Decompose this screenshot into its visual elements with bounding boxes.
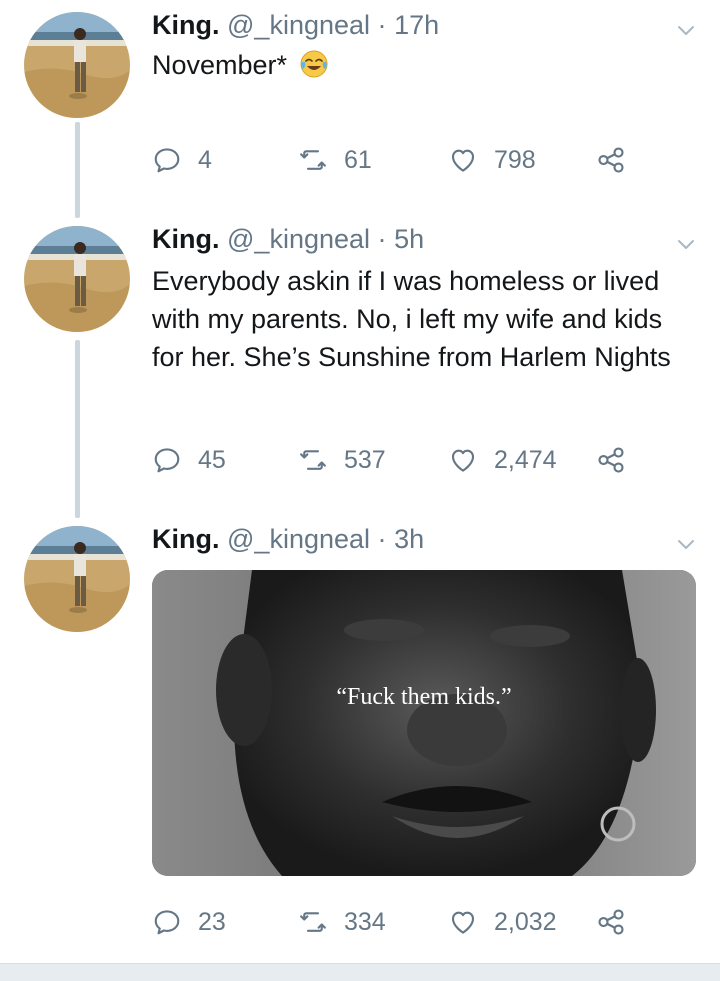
tweet-actions: 45 537 2,474 xyxy=(152,440,692,480)
like-button[interactable]: 798 xyxy=(448,140,536,180)
reply-count: 23 xyxy=(198,907,226,936)
tweet-header: King. @_kingneal · 5h xyxy=(152,222,424,256)
reply-count: 45 xyxy=(198,445,226,474)
separator-dot: · xyxy=(377,224,387,254)
tweet[interactable]: King. @_kingneal · 3h “Fuck them kids.” … xyxy=(0,522,720,952)
chevron-down-icon[interactable] xyxy=(674,232,698,256)
tweet-timestamp[interactable]: 17h xyxy=(394,10,439,40)
tweet[interactable]: King. @_kingneal · 17h November* 4 61 79… xyxy=(0,8,720,208)
author-name[interactable]: King. xyxy=(152,524,220,554)
like-count: 2,474 xyxy=(494,445,557,474)
reply-button[interactable]: 45 xyxy=(152,440,226,480)
reply-icon xyxy=(152,445,182,475)
share-icon xyxy=(596,445,626,475)
tweet-actions: 23 334 2,032 xyxy=(152,902,692,942)
author-handle[interactable]: @_kingneal xyxy=(227,224,370,254)
heart-icon xyxy=(448,445,478,475)
heart-icon xyxy=(448,907,478,937)
heart-icon xyxy=(448,145,478,175)
share-icon xyxy=(596,145,626,175)
bottom-divider xyxy=(0,963,720,981)
retweet-button[interactable]: 537 xyxy=(298,440,386,480)
author-handle[interactable]: @_kingneal xyxy=(227,524,370,554)
avatar[interactable] xyxy=(24,526,130,632)
author-name[interactable]: King. xyxy=(152,10,220,40)
reply-button[interactable]: 23 xyxy=(152,902,226,942)
avatar[interactable] xyxy=(24,226,130,332)
author-handle[interactable]: @_kingneal xyxy=(227,10,370,40)
tweet[interactable]: King. @_kingneal · 5h Everybody askin if… xyxy=(0,222,720,502)
retweet-count: 537 xyxy=(344,445,386,474)
share-button[interactable] xyxy=(596,140,626,180)
chevron-down-icon[interactable] xyxy=(674,18,698,42)
reply-icon xyxy=(152,907,182,937)
avatar[interactable] xyxy=(24,12,130,118)
media-caption: “Fuck them kids.” xyxy=(336,684,512,710)
reply-button[interactable]: 4 xyxy=(152,140,212,180)
reply-icon xyxy=(152,145,182,175)
portrait-photo xyxy=(152,570,696,876)
share-button[interactable] xyxy=(596,902,626,942)
tweet-header: King. @_kingneal · 3h xyxy=(152,522,424,556)
chevron-down-icon[interactable] xyxy=(674,532,698,556)
retweet-icon xyxy=(298,445,328,475)
retweet-button[interactable]: 334 xyxy=(298,902,386,942)
separator-dot: · xyxy=(377,524,387,554)
retweet-icon xyxy=(298,907,328,937)
retweet-icon xyxy=(298,145,328,175)
tweet-media-image[interactable]: “Fuck them kids.” xyxy=(152,570,696,876)
author-name[interactable]: King. xyxy=(152,224,220,254)
share-button[interactable] xyxy=(596,440,626,480)
face-with-tears-of-joy-emoji xyxy=(300,50,328,78)
retweet-button[interactable]: 61 xyxy=(298,140,372,180)
like-count: 2,032 xyxy=(494,907,557,936)
tweet-text-content: November* xyxy=(152,50,288,80)
reply-count: 4 xyxy=(198,145,212,174)
like-button[interactable]: 2,474 xyxy=(448,440,557,480)
tweet-text: Everybody askin if I was homeless or liv… xyxy=(152,266,671,372)
tweet-header: King. @_kingneal · 17h xyxy=(152,8,439,42)
separator-dot: · xyxy=(377,10,387,40)
like-button[interactable]: 2,032 xyxy=(448,902,557,942)
share-icon xyxy=(596,907,626,937)
tweet-text: November* xyxy=(152,46,692,84)
tweet-actions: 4 61 798 xyxy=(152,140,692,180)
retweet-count: 334 xyxy=(344,907,386,936)
retweet-count: 61 xyxy=(344,145,372,174)
tweet-timestamp[interactable]: 5h xyxy=(394,224,424,254)
like-count: 798 xyxy=(494,145,536,174)
tweet-timestamp[interactable]: 3h xyxy=(394,524,424,554)
